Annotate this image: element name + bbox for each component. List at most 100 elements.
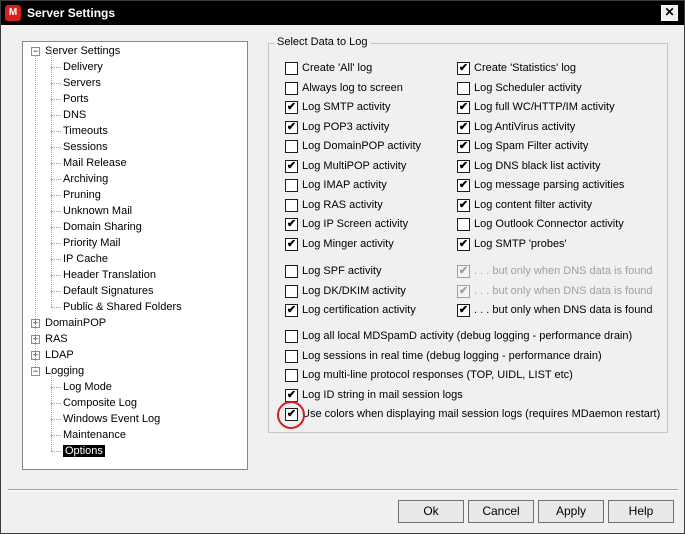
checkbox-label: Log Spam Filter activity <box>474 140 589 152</box>
help-button[interactable]: Help <box>608 500 674 523</box>
checkbox-label: Log RAS activity <box>302 199 383 211</box>
tree-item[interactable]: Maintenance <box>63 427 126 443</box>
unchecked-checkbox[interactable] <box>457 218 470 231</box>
tree-connector <box>51 259 61 260</box>
checked-checkbox[interactable]: ✔ <box>457 140 470 153</box>
unchecked-checkbox[interactable] <box>285 265 298 278</box>
tree-item[interactable]: Pruning <box>63 187 101 203</box>
checkbox-label: Log DNS black list activity <box>474 160 601 172</box>
window-title: Server Settings <box>27 6 116 20</box>
unchecked-checkbox[interactable] <box>285 330 298 343</box>
checked-checkbox[interactable]: ✔ <box>285 101 298 114</box>
tree-connector <box>51 67 61 68</box>
checked-checkbox[interactable]: ✔ <box>285 121 298 134</box>
tree-item[interactable]: RAS <box>45 331 68 347</box>
tree-item-label: DomainPOP <box>45 317 107 329</box>
checkbox-label: Log DK/DKIM activity <box>302 285 406 297</box>
checked-checkbox[interactable]: ✔ <box>457 304 470 317</box>
checkbox-label: Log IMAP activity <box>302 179 387 191</box>
tree-item[interactable]: DNS <box>63 107 86 123</box>
tree-item[interactable]: Delivery <box>63 59 103 75</box>
unchecked-checkbox[interactable] <box>285 285 298 298</box>
unchecked-checkbox[interactable] <box>285 82 298 95</box>
checked-checkbox[interactable]: ✔ <box>457 160 470 173</box>
checkbox-label: Log IP Screen activity <box>302 218 409 230</box>
tree-item[interactable]: Server Settings <box>45 43 120 59</box>
checked-checkbox[interactable]: ✔ <box>457 199 470 212</box>
checked-checkbox[interactable]: ✔ <box>285 304 298 317</box>
tree-item[interactable]: Unknown Mail <box>63 203 132 219</box>
checked-checkbox[interactable]: ✔ <box>285 218 298 231</box>
close-icon[interactable]: ✕ <box>661 5 678 21</box>
unchecked-checkbox[interactable] <box>457 82 470 95</box>
tree-item-label: Servers <box>63 77 101 89</box>
cancel-button[interactable]: Cancel <box>468 500 534 523</box>
tree-connector <box>51 83 61 84</box>
checkbox-label: Use colors when displaying mail session … <box>302 408 661 420</box>
checkbox-label: Create 'Statistics' log <box>474 62 577 74</box>
checkbox-label: Log full WC/HTTP/IM activity <box>474 101 615 113</box>
tree-item-label: Default Signatures <box>63 285 154 297</box>
unchecked-checkbox[interactable] <box>285 350 298 363</box>
tree-item[interactable]: Ports <box>63 91 89 107</box>
unchecked-checkbox[interactable] <box>285 369 298 382</box>
checkbox-label: Log POP3 activity <box>302 121 390 133</box>
tree-item[interactable]: Timeouts <box>63 123 108 139</box>
checked-checkbox[interactable]: ✔ <box>457 179 470 192</box>
apply-button[interactable]: Apply <box>538 500 604 523</box>
tree-item[interactable]: Servers <box>63 75 101 91</box>
checkbox-label: Always log to screen <box>302 82 403 94</box>
tree-item[interactable]: Priority Mail <box>63 235 120 251</box>
unchecked-checkbox[interactable] <box>285 62 298 75</box>
tree-connector <box>51 419 61 420</box>
checkbox-label: Log certification activity <box>302 304 416 316</box>
separator <box>8 489 678 491</box>
tree-item[interactable]: Sessions <box>63 139 108 155</box>
collapse-icon[interactable]: − <box>31 367 40 376</box>
tree-item[interactable]: LDAP <box>45 347 74 363</box>
checked-checkbox[interactable]: ✔ <box>457 101 470 114</box>
checkbox-label: Log Scheduler activity <box>474 82 582 94</box>
tree-item-label: DNS <box>63 109 87 121</box>
tree-connector <box>51 115 61 116</box>
tree-item[interactable]: Log Mode <box>63 379 112 395</box>
tree-connector <box>51 387 61 388</box>
unchecked-checkbox[interactable] <box>285 179 298 192</box>
tree-item[interactable]: DomainPOP <box>45 315 106 331</box>
checkbox-label: Create 'All' log <box>302 62 373 74</box>
tree-item[interactable]: Archiving <box>63 171 108 187</box>
checked-checkbox[interactable]: ✔ <box>285 160 298 173</box>
tree-item-label: Windows Event Log <box>63 413 161 425</box>
tree-item[interactable]: IP Cache <box>63 251 108 267</box>
tree-item-label: Options <box>63 445 105 457</box>
checkbox-label: Log SPF activity <box>302 265 382 277</box>
tree-item[interactable]: Mail Release <box>63 155 127 171</box>
checked-checkbox[interactable]: ✔ <box>457 238 470 251</box>
checked-checkbox[interactable]: ✔ <box>457 121 470 134</box>
tree-item[interactable]: Domain Sharing <box>63 219 142 235</box>
tree-guide-line <box>35 55 36 367</box>
tree-item[interactable]: Windows Event Log <box>63 411 160 427</box>
tree-item-label: Priority Mail <box>63 237 121 249</box>
tree-connector <box>51 435 61 436</box>
checkbox-label: Log AntiVirus activity <box>474 121 576 133</box>
ok-button[interactable]: Ok <box>398 500 464 523</box>
checkbox-label: Log Outlook Connector activity <box>474 218 624 230</box>
tree-item[interactable]: Public & Shared Folders <box>63 299 182 315</box>
tree-guide-line <box>51 371 52 451</box>
tree-item[interactable]: Options <box>63 443 105 459</box>
checkbox-label: Log multi-line protocol responses (TOP, … <box>302 369 573 381</box>
checked-checkbox[interactable]: ✔ <box>285 238 298 251</box>
checked-checkbox[interactable]: ✔ <box>457 62 470 75</box>
tree-item-label: Log Mode <box>63 381 112 393</box>
tree-item-label: Ports <box>63 93 89 105</box>
unchecked-checkbox[interactable] <box>285 140 298 153</box>
tree-item[interactable]: Composite Log <box>63 395 137 411</box>
tree-item[interactable]: Header Translation <box>63 267 156 283</box>
checkbox-label: Log content filter activity <box>474 199 593 211</box>
mdaemon-app-icon: M <box>5 5 21 21</box>
tree-item[interactable]: Default Signatures <box>63 283 154 299</box>
unchecked-checkbox[interactable] <box>285 199 298 212</box>
settings-tree[interactable]: Server Settings − Delivery Servers Ports DNS T… <box>22 41 248 470</box>
tree-connector <box>51 163 61 164</box>
